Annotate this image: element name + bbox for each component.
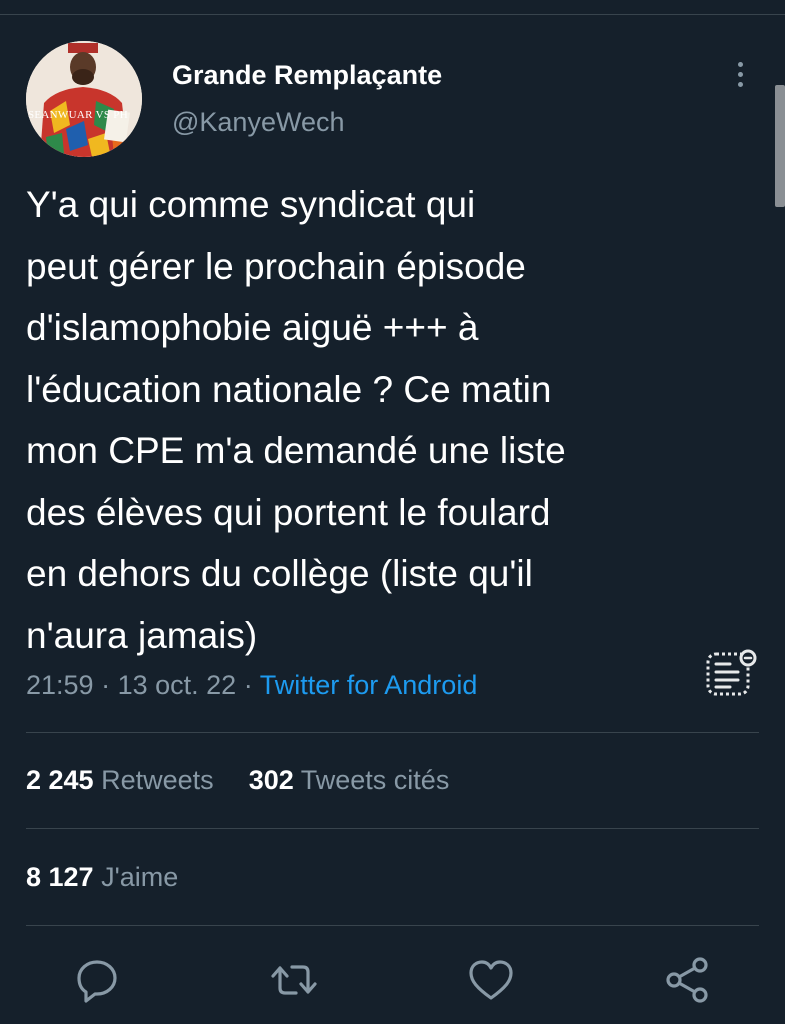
tweet-meta: 21:59 · 13 oct. 22 · Twitter for Android [26,670,477,701]
retweets-stat[interactable]: 2 245 Retweets [26,765,214,795]
divider [26,732,759,733]
likes-stat[interactable]: 8 127 J'aime [26,862,178,892]
tweet-detail-screen: SEANWUAR VS PH Grande Remplaçante @Kanye… [0,0,785,1024]
tweet-text: Y'a qui comme syndicat qui peut gérer le… [26,184,566,656]
quotes-label: Tweets cités [300,765,450,795]
quotes-count: 302 [248,765,294,795]
avatar-caption: SEANWUAR VS PH [28,109,128,121]
more-vertical-icon[interactable] [730,62,750,94]
retweet-icon[interactable] [270,956,318,1004]
divider [26,828,759,829]
likes-stats-row: 8 127 J'aime [26,862,178,893]
tweet-date[interactable]: 13 oct. 22 [118,670,237,700]
reply-icon[interactable] [73,956,121,1004]
retweets-count: 2 245 [26,765,94,795]
top-divider [0,14,785,15]
likes-count: 8 127 [26,862,94,892]
tweet-action-bar [0,950,785,1010]
meta-separator: · [101,670,111,700]
meta-separator: · [243,670,253,700]
quotes-stat[interactable]: 302 Tweets cités [249,765,450,795]
likes-label: J'aime [101,862,179,892]
tweet-time: 21:59 [26,670,94,700]
retweets-label: Retweets [101,765,214,795]
heart-icon[interactable] [467,956,515,1004]
display-name[interactable]: Grande Remplaçante [172,60,442,91]
share-icon[interactable] [664,956,712,1004]
user-handle[interactable]: @KanyeWech [172,107,345,138]
tweet-source-link[interactable]: Twitter for Android [260,670,478,700]
avatar-image [26,41,142,157]
divider [26,925,759,926]
avatar[interactable]: SEANWUAR VS PH [26,41,142,157]
retweet-stats-row: 2 245 Retweets 302 Tweets cités [26,765,449,796]
analytics-icon[interactable] [704,648,760,700]
scrollbar[interactable] [775,85,785,207]
